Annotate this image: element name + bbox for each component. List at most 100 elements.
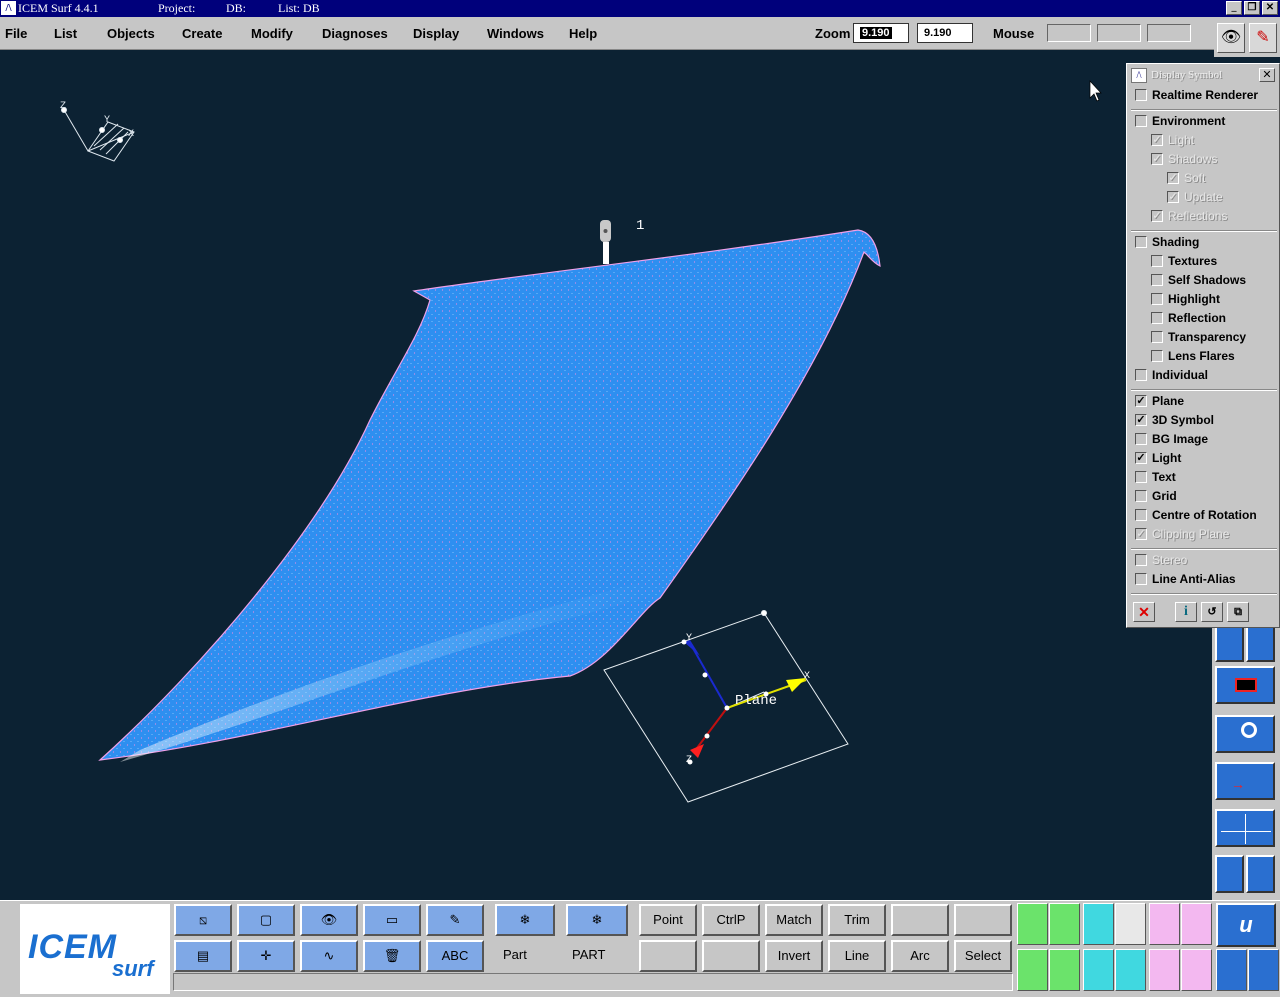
trash-icon[interactable]: 🗑 xyxy=(363,940,421,972)
checkbox[interactable] xyxy=(1135,572,1147,585)
close-button[interactable]: ✕ xyxy=(1262,1,1278,15)
menu-windows[interactable]: Windows xyxy=(487,26,544,41)
mouse-field-3[interactable] xyxy=(1147,24,1191,42)
checkbox[interactable] xyxy=(1135,368,1147,381)
view-side-icon[interactable] xyxy=(1246,624,1275,662)
item-self-shadows[interactable]: Self Shadows xyxy=(1151,272,1246,290)
menu-modify[interactable]: Modify xyxy=(251,26,293,41)
surface-green-icon-4[interactable] xyxy=(1049,949,1080,991)
checkbox[interactable] xyxy=(1135,114,1147,127)
point-button[interactable]: Point xyxy=(639,904,697,936)
item-plane[interactable]: ✓ Plane xyxy=(1135,393,1184,411)
zoom-input-1[interactable]: 9.190 xyxy=(853,23,909,43)
curve-cyan-icon-3[interactable] xyxy=(1115,949,1146,991)
checkbox[interactable] xyxy=(1135,508,1147,521)
menu-display[interactable]: Display xyxy=(413,26,459,41)
text-label-icon[interactable]: ABC xyxy=(426,940,484,972)
axis-grid-icon[interactable] xyxy=(1215,809,1275,847)
zoom-magnifier-icon[interactable] xyxy=(1215,715,1275,753)
visibility-eye-icon[interactable]: 👁 xyxy=(300,904,358,936)
cancel-x-icon[interactable]: ✕ xyxy=(1133,602,1155,622)
checkbox-checked[interactable]: ✓ xyxy=(1135,413,1147,426)
view-cube-icon[interactable]: ▢ xyxy=(237,904,295,936)
info-icon[interactable]: i xyxy=(1175,602,1197,622)
options-icon-2[interactable] xyxy=(1248,949,1279,991)
select-plane-icon[interactable]: ⧅ xyxy=(174,904,232,936)
angle-icon-2[interactable] xyxy=(1246,855,1275,893)
item-line-anti-alias[interactable]: Line Anti-Alias xyxy=(1135,571,1236,589)
checkbox[interactable] xyxy=(1135,489,1147,502)
checkbox[interactable] xyxy=(1151,254,1163,267)
mouse-field-1[interactable] xyxy=(1047,24,1091,42)
points-pink-icon-3[interactable] xyxy=(1149,949,1180,991)
item-text[interactable]: Text xyxy=(1135,469,1176,487)
snowflake-rotate-icon[interactable]: ❄ xyxy=(566,904,628,936)
minimize-button[interactable]: _ xyxy=(1226,1,1242,15)
empty-button-3[interactable] xyxy=(639,940,697,972)
curve-dashed-icon[interactable] xyxy=(1115,903,1146,945)
angle-icon-1[interactable] xyxy=(1215,855,1244,893)
restore-button[interactable]: ❐ xyxy=(1244,1,1260,15)
empty-button-4[interactable] xyxy=(702,940,760,972)
view-front-icon[interactable] xyxy=(1215,624,1244,662)
snowflake-icon[interactable]: ❄ xyxy=(495,904,555,936)
view-eye-icon[interactable]: 👁 xyxy=(1217,23,1245,53)
points-pink-icon-4[interactable] xyxy=(1181,949,1212,991)
checkbox[interactable] xyxy=(1151,349,1163,362)
checkbox[interactable] xyxy=(1151,292,1163,305)
invert-button[interactable]: Invert xyxy=(765,940,823,972)
shaded-surface[interactable] xyxy=(98,229,881,761)
pencil-icon[interactable]: ✎ xyxy=(426,904,484,936)
match-button[interactable]: Match xyxy=(765,904,823,936)
empty-button-2[interactable] xyxy=(954,904,1012,936)
menu-objects[interactable]: Objects xyxy=(107,26,155,41)
item-bg-image[interactable]: BG Image xyxy=(1135,431,1208,449)
checkbox-checked[interactable]: ✓ xyxy=(1135,394,1147,407)
transform-icon[interactable]: ✛ xyxy=(237,940,295,972)
checkbox[interactable] xyxy=(1151,273,1163,286)
line-button[interactable]: Line xyxy=(828,940,886,972)
surface-green-icon-1[interactable] xyxy=(1017,903,1048,945)
folder-icon[interactable]: ▤ xyxy=(174,940,232,972)
select-button[interactable]: Select xyxy=(954,940,1012,972)
measure-icon[interactable]: ∿ xyxy=(300,940,358,972)
item-grid[interactable]: Grid xyxy=(1135,488,1177,506)
item-realtime-renderer[interactable]: Realtime Renderer xyxy=(1135,87,1258,105)
checkbox[interactable] xyxy=(1135,470,1147,483)
options-icon-1[interactable] xyxy=(1216,949,1247,991)
curve-connect-icon[interactable]: → xyxy=(1215,762,1275,800)
points-pink-icon-1[interactable] xyxy=(1149,903,1180,945)
curve-cyan-icon-1[interactable] xyxy=(1083,903,1114,945)
trim-button[interactable]: Trim xyxy=(828,904,886,936)
item-3d-symbol[interactable]: ✓ 3D Symbol xyxy=(1135,412,1214,430)
item-individual[interactable]: Individual xyxy=(1135,367,1208,385)
item-lens-flares[interactable]: Lens Flares xyxy=(1151,348,1235,366)
item-shading[interactable]: Shading xyxy=(1135,234,1199,252)
checkbox[interactable] xyxy=(1135,88,1147,101)
um-logo-button[interactable]: u xyxy=(1216,903,1276,947)
checkbox[interactable] xyxy=(1135,432,1147,445)
points-pink-icon-2[interactable] xyxy=(1181,903,1212,945)
item-textures[interactable]: Textures xyxy=(1151,253,1217,271)
checkbox[interactable] xyxy=(1151,330,1163,343)
item-reflection[interactable]: Reflection xyxy=(1151,310,1226,328)
menu-list[interactable]: List xyxy=(54,26,77,41)
surface-green-icon-3[interactable] xyxy=(1017,949,1048,991)
checkbox[interactable] xyxy=(1151,311,1163,324)
item-highlight[interactable]: Highlight xyxy=(1151,291,1220,309)
mouse-field-2[interactable] xyxy=(1097,24,1141,42)
menu-diagnoses[interactable]: Diagnoses xyxy=(322,26,388,41)
panel-close-button[interactable]: ✕ xyxy=(1259,68,1275,82)
fit-view-icon[interactable] xyxy=(1215,666,1275,704)
item-environment[interactable]: Environment xyxy=(1135,113,1225,131)
hierarchy-icon[interactable]: ▭ xyxy=(363,904,421,936)
menu-create[interactable]: Create xyxy=(182,26,222,41)
zoom-input-2[interactable]: 9.190 xyxy=(917,23,973,43)
menu-help[interactable]: Help xyxy=(569,26,597,41)
item-transparency[interactable]: Transparency xyxy=(1151,329,1246,347)
copy-icon[interactable]: ⧉ xyxy=(1227,602,1249,622)
ctrlp-button[interactable]: CtrlP xyxy=(702,904,760,936)
curve-cyan-icon-2[interactable] xyxy=(1083,949,1114,991)
arc-button[interactable]: Arc xyxy=(891,940,949,972)
item-light[interactable]: ✓ Light xyxy=(1135,450,1181,468)
